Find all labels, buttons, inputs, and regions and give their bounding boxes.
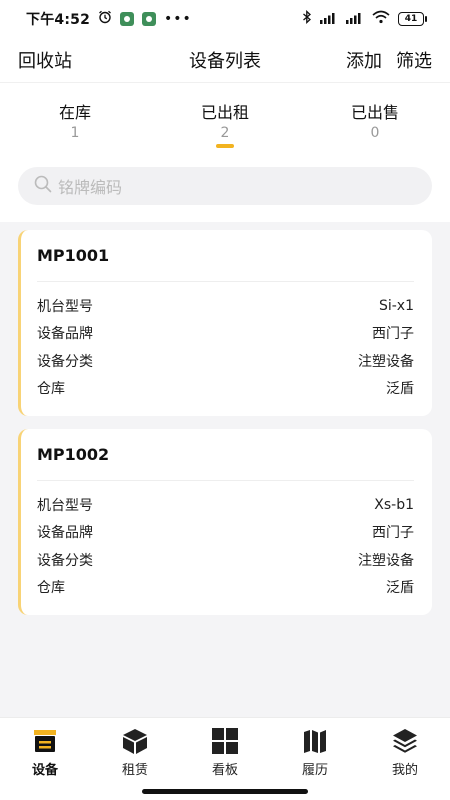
detail-label: 机台型号 — [37, 298, 93, 315]
detail-label: 设备品牌 — [37, 525, 93, 542]
detail-row-model: 机台型号 Xs-b1 — [37, 491, 414, 519]
search-input[interactable]: 铭牌编码 — [18, 167, 432, 205]
tab-rented[interactable]: 已出租 2 — [150, 83, 300, 148]
search-placeholder: 铭牌编码 — [58, 178, 123, 197]
device-code: MP1001 — [37, 230, 414, 282]
home-indicator[interactable] — [142, 789, 308, 794]
device-list: MP1001 机台型号 Si-x1 设备品牌 西门子 设备分类 注塑设备 仓库 … — [0, 222, 450, 717]
detail-row-brand: 设备品牌 西门子 — [37, 320, 414, 348]
nav-label: 我的 — [391, 763, 418, 778]
detail-row-category: 设备分类 注塑设备 — [37, 546, 414, 574]
detail-row-warehouse: 仓库 泛盾 — [37, 375, 414, 403]
nav-label: 履历 — [301, 763, 328, 778]
nav-label: 看板 — [211, 763, 238, 778]
tab-sold[interactable]: 已出售 0 — [300, 83, 450, 148]
recycle-bin-button[interactable]: 回收站 — [18, 47, 72, 73]
cellular-signal-hd-icon — [346, 11, 364, 28]
device-icon — [31, 727, 59, 755]
status-bar: 下午4:52 ••• 41 — [0, 0, 450, 38]
detail-row-model: 机台型号 Si-x1 — [37, 292, 414, 320]
nav-item-rental[interactable]: 租赁 — [90, 718, 180, 800]
app-screen: 下午4:52 ••• 41 回收站 设备列表 添加 筛选 在库 1 已出租 2 … — [0, 0, 450, 800]
device-details: 机台型号 Xs-b1 设备品牌 西门子 设备分类 注塑设备 仓库 泛盾 — [37, 481, 414, 615]
detail-value: 注塑设备 — [358, 552, 414, 569]
nav-label: 设备 — [31, 763, 58, 778]
status-right: 41 — [302, 9, 427, 28]
detail-label: 设备分类 — [37, 552, 93, 569]
dashboard-icon — [211, 727, 239, 755]
device-card[interactable]: MP1002 机台型号 Xs-b1 设备品牌 西门子 设备分类 注塑设备 仓库 … — [18, 429, 432, 615]
detail-value: Xs-b1 — [374, 496, 414, 513]
detail-row-category: 设备分类 注塑设备 — [37, 347, 414, 375]
layers-icon — [391, 727, 419, 755]
tab-in-stock[interactable]: 在库 1 — [0, 83, 150, 148]
detail-label: 机台型号 — [37, 497, 93, 514]
detail-value: Si-x1 — [378, 297, 414, 314]
wifi-icon — [372, 10, 390, 28]
battery-icon: 41 — [398, 12, 427, 26]
detail-label: 设备品牌 — [37, 326, 93, 343]
detail-value: 泛盾 — [386, 580, 414, 597]
detail-label: 设备分类 — [37, 353, 93, 370]
header-actions: 添加 筛选 — [346, 47, 432, 73]
tab-label: 在库 — [58, 103, 91, 122]
tab-count: 2 — [220, 125, 230, 141]
detail-row-warehouse: 仓库 泛盾 — [37, 574, 414, 602]
map-icon — [301, 727, 329, 755]
detail-label: 仓库 — [37, 580, 65, 597]
app-header: 回收站 设备列表 添加 筛选 — [0, 38, 450, 82]
app-notification-icon — [120, 12, 135, 26]
detail-value: 注塑设备 — [358, 353, 414, 370]
status-tabs: 在库 1 已出租 2 已出售 0 — [0, 82, 450, 148]
more-notifications-icon: ••• — [164, 11, 192, 27]
app-notification-icon-2 — [142, 12, 157, 26]
detail-row-brand: 设备品牌 西门子 — [37, 519, 414, 547]
detail-value: 泛盾 — [386, 381, 414, 398]
nav-item-device[interactable]: 设备 — [0, 718, 90, 800]
filter-button[interactable]: 筛选 — [396, 47, 432, 73]
tab-label: 已出售 — [350, 103, 399, 122]
status-time: 下午4:52 — [26, 12, 91, 28]
add-button[interactable]: 添加 — [346, 47, 382, 73]
detail-value: 西门子 — [372, 326, 414, 343]
bottom-nav: 设备 租赁 看板 履历 我的 — [0, 717, 450, 800]
search-icon — [34, 175, 52, 197]
detail-label: 仓库 — [37, 381, 65, 398]
detail-value: 西门子 — [372, 525, 414, 542]
bluetooth-icon — [302, 9, 312, 28]
device-details: 机台型号 Si-x1 设备品牌 西门子 设备分类 注塑设备 仓库 泛盾 — [37, 282, 414, 416]
device-code: MP1002 — [37, 429, 414, 481]
device-card[interactable]: MP1001 机台型号 Si-x1 设备品牌 西门子 设备分类 注塑设备 仓库 … — [18, 230, 432, 416]
nav-item-profile[interactable]: 我的 — [360, 718, 450, 800]
search-section: 铭牌编码 — [0, 148, 450, 222]
box-icon — [121, 727, 149, 755]
tab-label: 已出租 — [200, 103, 249, 122]
alarm-icon — [98, 10, 112, 28]
tab-count: 1 — [70, 125, 80, 141]
status-left: 下午4:52 ••• — [26, 9, 192, 29]
nav-item-dashboard[interactable]: 看板 — [180, 718, 270, 800]
nav-item-history[interactable]: 履历 — [270, 718, 360, 800]
tab-count: 0 — [370, 125, 380, 141]
cellular-signal-icon — [320, 11, 338, 28]
nav-label: 租赁 — [121, 763, 148, 778]
